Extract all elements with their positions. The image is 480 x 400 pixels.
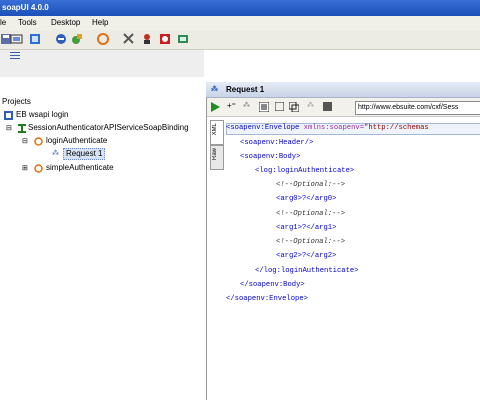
xml-line-envelope-close: </soapenv:Envelope> [226, 295, 308, 303]
xml-line-arg1: <arg1>?</arg1> [276, 224, 337, 232]
clone-request-icon[interactable]: ⁂ [307, 101, 314, 109]
operation-icon [34, 164, 43, 173]
operation-icon [34, 137, 43, 146]
window-title: soapUI 4.0.0 [2, 3, 49, 12]
xml-line-comment: <!--Optional:--> [276, 181, 346, 189]
tab-raw-label: Raw [212, 148, 218, 161]
add-icon[interactable] [54, 32, 68, 46]
tree-request-label: Request 1 [63, 148, 106, 160]
endpoint-field[interactable]: http://www.ebsuite.com/cxf/Sess [355, 101, 480, 115]
format-icon[interactable] [259, 102, 269, 112]
navigator-strip [0, 50, 204, 77]
expand-toggle-icon[interactable]: ⊞ [22, 163, 28, 175]
tab-raw[interactable]: Raw [210, 145, 224, 170]
xml-envelope-attr: xmlns:soapenv= [303, 124, 365, 132]
tab-xml-label: XML [212, 123, 218, 136]
xml-line-comment: <!--Optional:--> [276, 238, 346, 246]
menu-file[interactable]: le [0, 16, 6, 30]
stop-icon[interactable] [323, 102, 332, 111]
xml-line-envelope: <soapenv:Envelope xmlns:soapenv="http://… [226, 122, 429, 134]
menu-help[interactable]: Help [92, 16, 108, 30]
collapse-toggle-icon[interactable]: ⊟ [6, 123, 12, 135]
monitor-icon[interactable] [122, 32, 136, 46]
list-icon[interactable] [10, 52, 20, 60]
title-bar: soapUI 4.0.0 [0, 0, 480, 16]
collapse-toggle-icon[interactable]: ⊟ [22, 136, 28, 148]
menu-desktop[interactable]: Desktop [51, 16, 80, 30]
open-icon[interactable] [10, 32, 24, 46]
extra-icon[interactable] [158, 32, 172, 46]
xml-editor[interactable]: <soapenv:Envelope xmlns:soapenv="http://… [226, 120, 480, 400]
xml-line-arg0: <arg0>?</arg0> [276, 195, 337, 203]
tree-root-label: Projects [2, 97, 31, 106]
tree-root-projects[interactable]: Projects [2, 96, 31, 108]
main-toolbar [0, 30, 480, 50]
preferences-icon[interactable] [28, 32, 42, 46]
request-title: Request 1 [226, 85, 265, 94]
add-to-testcase-icon[interactable]: +⁼ [227, 101, 236, 110]
tools-icon[interactable] [96, 32, 110, 46]
tree-binding-label: SessionAuthenticatorAPIServiceSoapBindin… [28, 123, 189, 132]
xml-line-header: <soapenv:Header/> [240, 139, 314, 147]
request-icon: ⁂ [52, 150, 59, 157]
xml-line-body: <soapenv:Body> [240, 153, 301, 161]
tab-xml[interactable]: XML [210, 120, 224, 145]
tree-operation-simple-label: simpleAuthenticate [46, 163, 114, 172]
tree-project-label: EB wsapi login [16, 110, 69, 119]
request-toolbar: +⁼ ⁂ ⁂ http://www.ebsuite.com/cxf/Sess [207, 98, 480, 117]
run-icon[interactable] [211, 102, 220, 112]
tree-operation-login-label: loginAuthenticate [46, 136, 108, 145]
deploy-icon[interactable] [176, 32, 190, 46]
split-icon[interactable] [289, 102, 299, 112]
xml-line-comment: <!--Optional:--> [276, 210, 346, 218]
xml-line-body-close: </soapenv:Body> [240, 281, 305, 289]
tile-icon[interactable] [275, 102, 284, 111]
menu-bar: le Tools Desktop Help [0, 16, 480, 30]
xml-line-login-close: </log:loginAuthenticate> [255, 267, 359, 275]
interface-icon [18, 124, 26, 133]
editor-side-tabs: XML Raw [210, 120, 224, 170]
refresh-icon[interactable] [70, 32, 84, 46]
stop-icon[interactable] [140, 32, 154, 46]
xml-envelope-tag: <soapenv:Envelope [226, 124, 304, 132]
project-icon [4, 111, 13, 120]
xml-line-arg2: <arg2>?</arg2> [276, 252, 337, 260]
xml-envelope-ns: "http://schemas [364, 124, 429, 132]
clone-icon[interactable]: ⁂ [243, 101, 250, 109]
xml-line-login: <log:loginAuthenticate> [255, 167, 355, 175]
request-header: ⁂ Request 1 [206, 82, 480, 98]
menu-tools[interactable]: Tools [18, 16, 37, 30]
request-icon: ⁂ [211, 86, 218, 93]
